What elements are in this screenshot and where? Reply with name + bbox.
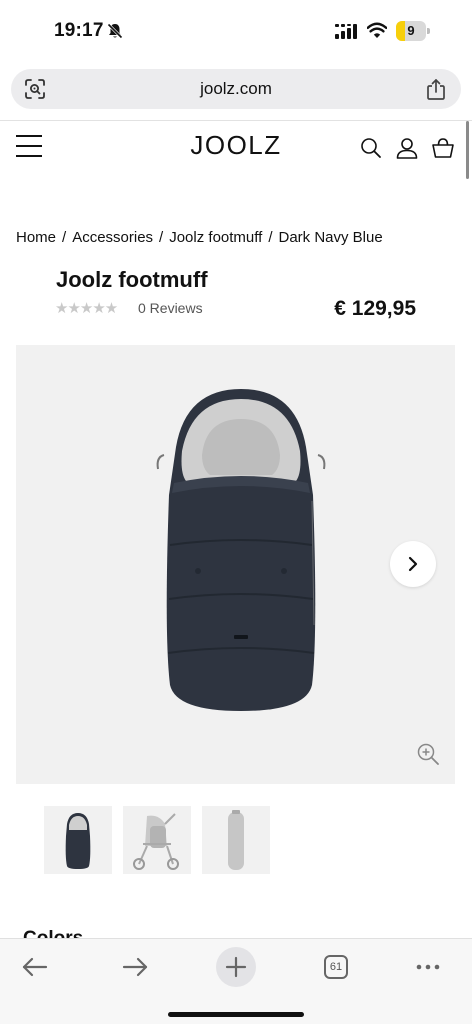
cart-icon[interactable]	[431, 136, 455, 160]
thumbnail-packed-footmuff[interactable]	[202, 806, 270, 874]
browser-toolbar: 61	[0, 938, 472, 1024]
breadcrumb-separator: /	[159, 229, 164, 246]
wifi-icon	[367, 22, 387, 38]
home-indicator	[168, 1012, 304, 1017]
tabs-count: 61	[324, 955, 348, 979]
new-tab-plus-icon[interactable]	[216, 947, 256, 987]
back-arrow-icon[interactable]	[15, 947, 55, 987]
chevron-right-icon	[408, 556, 418, 572]
address-bar[interactable]: joolz.com	[11, 69, 461, 109]
tabs-button[interactable]: 61	[316, 947, 356, 987]
breadcrumb-home[interactable]: Home	[16, 229, 56, 246]
breadcrumb-product[interactable]: Joolz footmuff	[169, 229, 262, 246]
visual-lookup-icon[interactable]	[24, 78, 46, 100]
breadcrumb-separator: /	[268, 229, 273, 246]
reviews-link[interactable]: 0 Reviews	[138, 300, 203, 316]
thumbnail-footmuff[interactable]	[44, 806, 112, 874]
search-icon[interactable]	[359, 136, 383, 160]
breadcrumb: Home / Accessories / Joolz footmuff / Dark Nav…	[16, 229, 383, 246]
share-icon[interactable]	[426, 78, 446, 101]
product-gallery[interactable]	[16, 345, 455, 784]
url-text[interactable]: joolz.com	[71, 79, 401, 99]
silent-mode-icon	[107, 23, 123, 39]
thumbnail-stroller[interactable]	[123, 806, 191, 874]
status-bar: 19:17 9	[0, 0, 472, 60]
cellular-signal-icon	[335, 24, 357, 39]
status-time: 19:17	[54, 20, 104, 41]
breadcrumb-current: Dark Navy Blue	[278, 229, 383, 246]
breadcrumb-separator: /	[62, 229, 67, 246]
product-price: € 129,95	[334, 297, 416, 320]
product-title: Joolz footmuff	[56, 267, 208, 292]
account-icon[interactable]	[395, 136, 419, 160]
page-scrollbar[interactable]	[466, 121, 469, 179]
product-image[interactable]	[146, 385, 336, 715]
breadcrumb-accessories[interactable]: Accessories	[72, 229, 153, 246]
rating-stars[interactable]: ★★★★★	[55, 299, 118, 317]
site-header: JOOLZ	[0, 121, 472, 175]
next-image-button[interactable]	[390, 541, 436, 587]
zoom-in-icon[interactable]	[416, 742, 440, 766]
forward-arrow-icon[interactable]	[115, 947, 155, 987]
battery-indicator: 9	[396, 21, 430, 41]
battery-level: 9	[407, 23, 415, 38]
more-icon[interactable]	[408, 947, 448, 987]
